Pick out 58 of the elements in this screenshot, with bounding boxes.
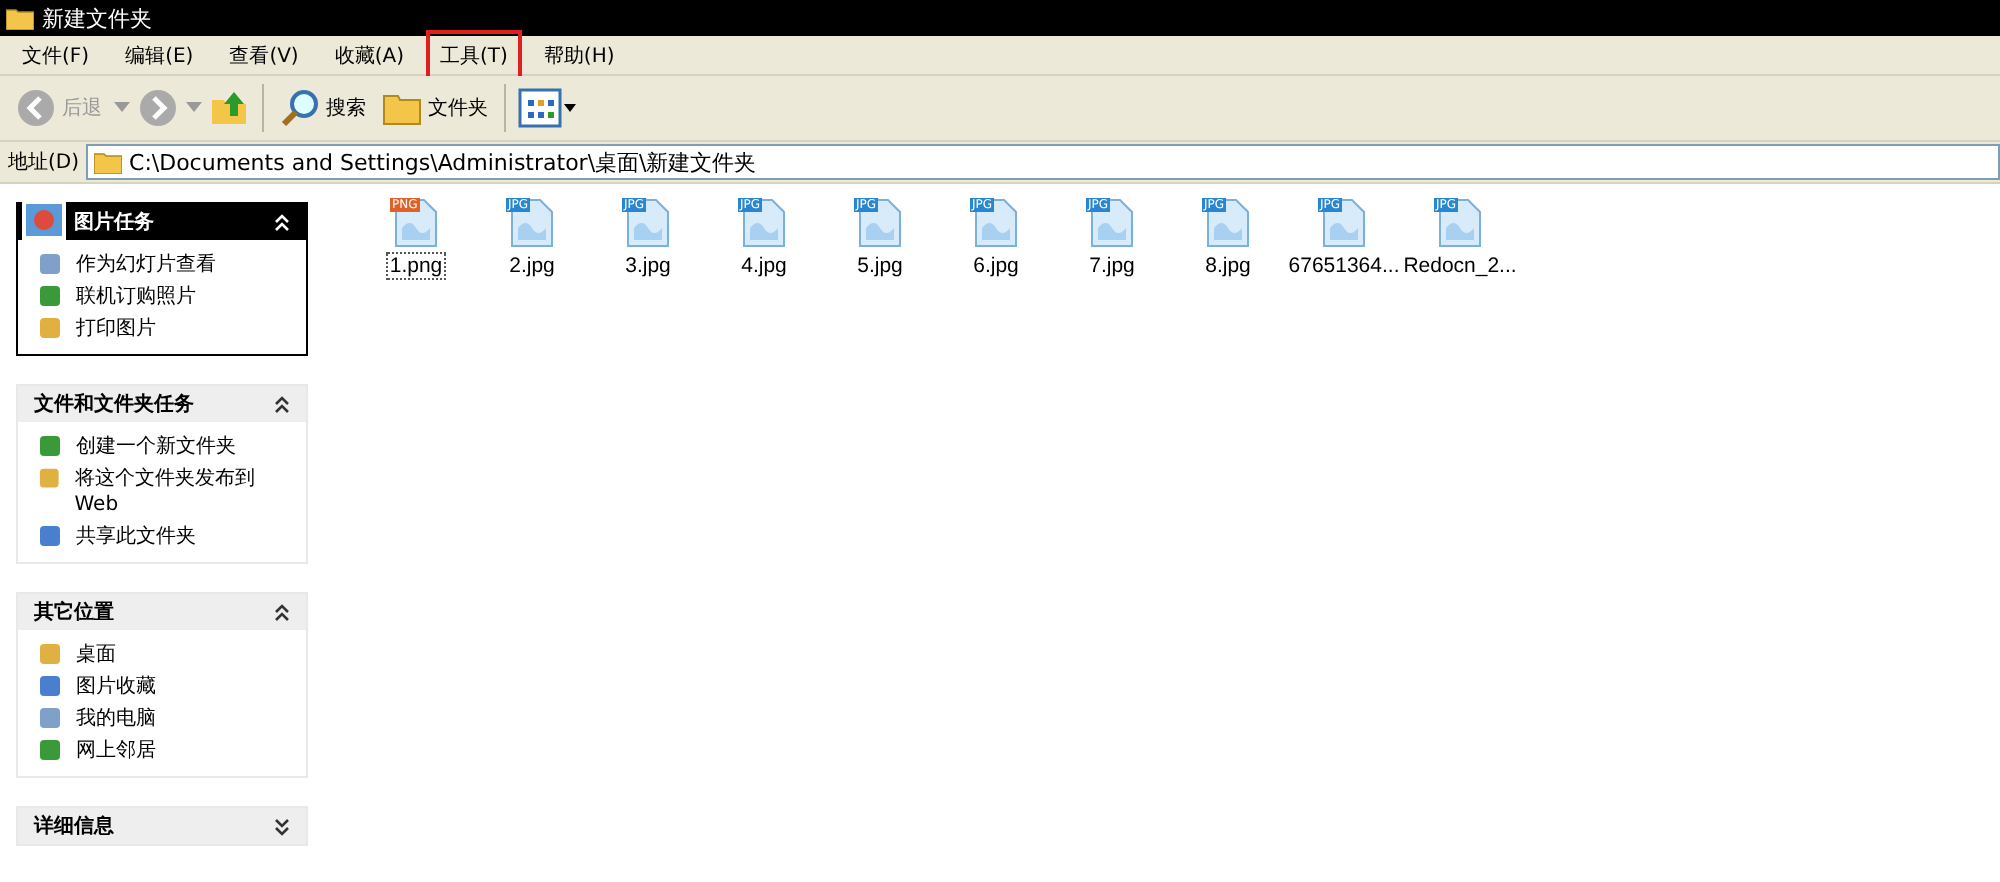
task-link[interactable]: 共享此文件夹 [76,524,196,550]
menu-item[interactable]: 编辑(E) [111,33,208,77]
folder-icon [93,150,122,174]
file-name[interactable]: 1.png [385,252,447,280]
up-folder-icon[interactable] [210,88,250,128]
task-link[interactable]: 图片收藏 [76,674,156,700]
search-button[interactable]: 搜索 [276,84,370,132]
task-link[interactable]: 创建一个新文件夹 [76,434,236,460]
panel-title: 文件和文件夹任务 [34,391,196,418]
task-icon [38,706,62,730]
panel-title: 详细信息 [34,812,116,840]
file-name[interactable]: 7.jpg [1085,252,1139,280]
address-label: 地址(D) [8,149,80,176]
panel-header[interactable]: 其它位置 [18,594,306,630]
task-link[interactable]: 将这个文件夹发布到 Web [74,466,290,518]
task-link[interactable]: 联机订购照片 [76,284,196,310]
panel-header[interactable]: 图片任务 [18,204,306,240]
folders-button[interactable]: 文件夹 [378,86,492,130]
menu-item[interactable]: 收藏(A) [320,33,418,77]
task-link[interactable]: 我的电脑 [76,706,156,732]
task-link[interactable]: 桌面 [76,642,116,668]
menu-item[interactable]: 帮助(H) [529,33,629,77]
panel-header[interactable]: 详细信息 [18,808,306,844]
file-name[interactable]: 8.jpg [1201,252,1255,280]
file-name[interactable]: 2.jpg [505,252,559,280]
address-field[interactable]: C:\Documents and Settings\Administrator\桌面\新建文件夹 [85,144,2000,180]
file-name[interactable]: 5.jpg [853,252,907,280]
file-name[interactable]: 67651364... [1284,252,1404,280]
file-name[interactable]: 3.jpg [621,252,675,280]
menu-item[interactable]: 文件(F) [8,33,104,77]
task-icon [38,316,62,340]
task-icon [38,642,62,666]
window-title: 新建文件夹 [42,3,152,33]
folder-icon [6,6,34,30]
chevron-icon[interactable] [274,817,290,835]
file-name[interactable]: 4.jpg [737,252,791,280]
task-icon [38,738,62,762]
chevron-icon[interactable] [274,603,290,621]
folder-icon [382,90,422,126]
search-icon [280,88,320,128]
file-name[interactable]: 6.jpg [969,252,1023,280]
panel-header[interactable]: 文件和文件夹任务 [18,386,306,422]
task-link[interactable]: 打印图片 [76,316,156,342]
file-name[interactable]: Redocn_2... [1399,252,1521,280]
task-icon [38,674,62,698]
view-icon[interactable] [518,88,578,128]
chevron-icon[interactable] [274,395,290,413]
panel-title: 图片任务 [74,209,156,236]
task-icon [38,434,62,458]
menu-item[interactable]: 查看(V) [215,33,313,77]
task-icon [38,524,62,548]
task-link[interactable]: 网上邻居 [76,738,156,764]
picture-icon [22,200,66,240]
task-icon [38,466,61,490]
task-icon [38,252,62,276]
task-icon [38,284,62,308]
panel-title: 其它位置 [34,598,116,626]
task-link[interactable]: 作为幻灯片查看 [76,252,216,278]
